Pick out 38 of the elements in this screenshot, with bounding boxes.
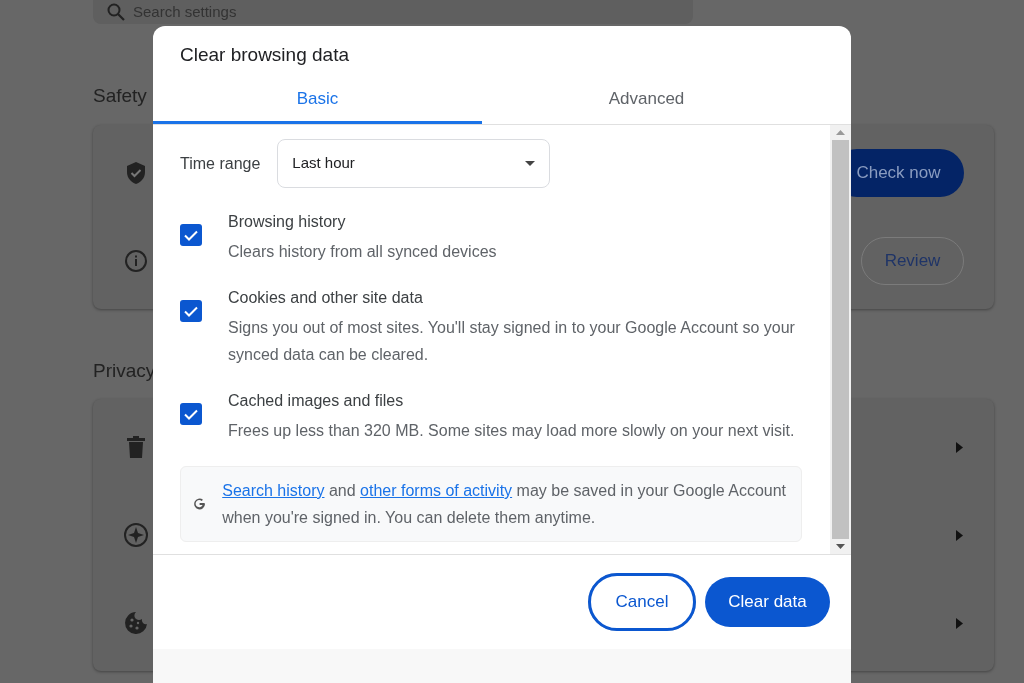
checkbox[interactable] <box>180 224 202 246</box>
tab[interactable]: Advanced <box>482 76 811 124</box>
link[interactable]: Search history <box>222 482 325 499</box>
checkmark-icon <box>184 229 198 241</box>
option-description: Clears history from all synced devices <box>228 242 498 262</box>
link[interactable]: other forms of activity <box>360 482 513 499</box>
option-title: Cookies and other site data <box>228 288 423 308</box>
scroll-down-icon[interactable] <box>836 544 845 549</box>
tab[interactable]: Basic <box>153 76 482 124</box>
checkmark-icon <box>184 305 198 317</box>
option-description: Signs you out of most sites. You'll stay signed in to your Google Account so your synced data can be cleared. <box>228 318 796 365</box>
caret-right-icon[interactable] <box>956 617 963 629</box>
section-title: Privacy <box>93 358 156 383</box>
option-description: Frees up less than 320 MB. Some sites may load more slowly on your next visit. <box>228 421 796 441</box>
caret-right-icon[interactable] <box>956 529 963 541</box>
notice-text: Search history and other forms of activity may be saved in your Google Account when you're signed in. You can delete them anytime. <box>222 481 787 528</box>
scrollbar-thumb[interactable] <box>832 140 849 539</box>
scroll-up-icon[interactable] <box>836 130 845 135</box>
checkbox[interactable] <box>180 300 202 322</box>
dropdown-arrow-icon <box>525 161 536 166</box>
time-range-dropdown[interactable]: Last hour <box>277 139 551 188</box>
search-icon <box>107 3 125 21</box>
dialog-title: Clear browsing data <box>179 43 350 67</box>
clear-data-button[interactable]: Clear data <box>705 577 830 627</box>
cookie-icon <box>124 611 148 635</box>
info-icon <box>124 248 148 273</box>
option-title: Browsing history <box>228 212 346 232</box>
trash-icon <box>127 436 145 458</box>
checkbox[interactable] <box>180 403 202 425</box>
checkmark-icon <box>184 408 198 420</box>
option-title: Cached images and files <box>228 391 404 411</box>
cancel-button[interactable]: Cancel <box>588 573 696 631</box>
scrollbar[interactable] <box>830 125 851 554</box>
time-range-label: Time range <box>180 153 261 174</box>
compass-icon <box>123 522 149 548</box>
shield-check-icon <box>125 160 147 185</box>
caret-right-icon[interactable] <box>956 441 963 453</box>
section-title: Safety <box>93 84 147 108</box>
